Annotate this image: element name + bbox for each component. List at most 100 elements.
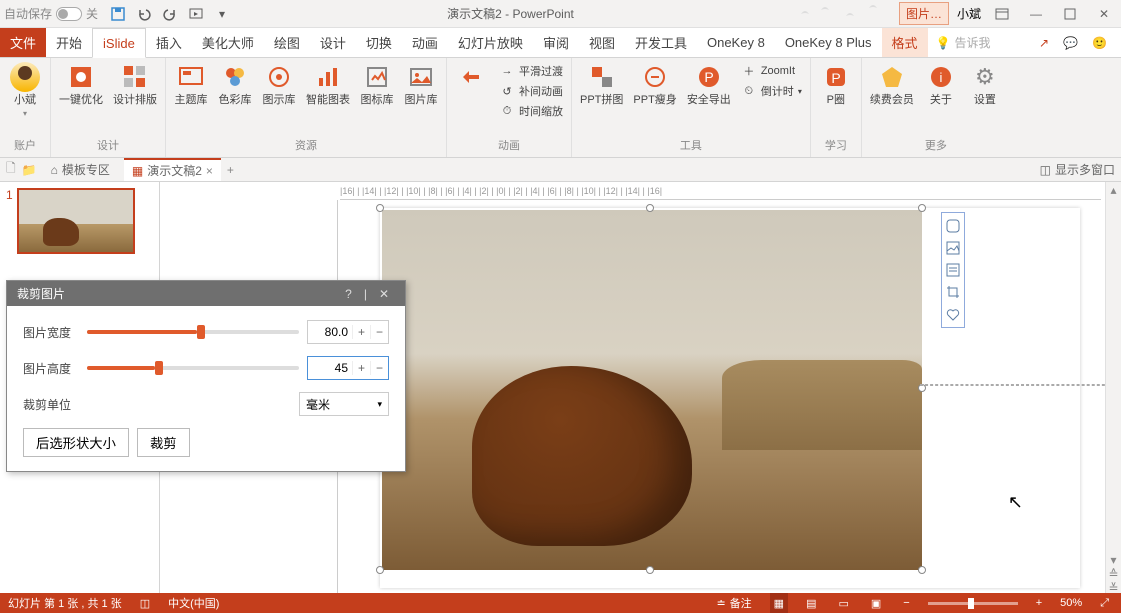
increment-icon[interactable]: + [352,325,370,339]
close-panel-icon[interactable]: ✕ [373,287,395,301]
resize-handle[interactable] [376,204,384,212]
new-file-icon[interactable]: 🗋 [6,159,16,180]
help-icon[interactable]: ? [339,287,358,301]
prev-slide-icon[interactable]: ≙ [1106,567,1121,581]
picture-tools-tab[interactable]: 图片… [899,2,949,25]
theme-lib-button[interactable]: 主题库 [172,60,210,109]
open-folder-icon[interactable]: 📁 [22,163,37,177]
decrement-icon[interactable]: − [370,361,388,375]
comment-icon[interactable]: 💬 [1063,36,1078,50]
tab-onekey8[interactable]: OneKey 8 [697,28,775,57]
zoom-slider[interactable] [928,602,1018,605]
tab-animation[interactable]: 动画 [402,28,448,57]
maximize-icon[interactable] [1057,5,1083,23]
zoom-out-icon[interactable]: − [899,593,913,613]
width-spinner[interactable]: + − [307,320,389,344]
document-tab[interactable]: ▦演示文稿2× [124,158,221,181]
normal-view-icon[interactable]: ▦ [770,593,788,613]
vertical-scrollbar[interactable]: ▴ ▾ ≙ ≚ [1105,182,1121,593]
smooth-transition-button[interactable]: →平滑过渡 [497,62,565,80]
width-slider[interactable] [87,330,299,334]
account-button[interactable]: 小斌 ▾ [6,60,44,120]
start-from-beginning-icon[interactable] [188,6,204,22]
tell-me-search[interactable]: 💡 告诉我 [936,28,991,57]
share-icon[interactable]: ↗ [1039,36,1049,50]
resize-handle[interactable] [646,566,654,574]
anim-big-button[interactable] [453,60,491,94]
tab-view[interactable]: 视图 [579,28,625,57]
accessibility-icon[interactable]: ◫ [136,593,154,613]
settings-button[interactable]: ⚙设置 [966,60,1004,109]
zoom-value[interactable]: 50% [1060,597,1082,609]
icon-lib-button[interactable]: 图标库 [358,60,396,109]
templates-tab[interactable]: ⌂模板专区 [43,159,118,180]
slide-thumbnail[interactable] [17,188,135,254]
slide[interactable] [380,208,1080,588]
height-input[interactable] [308,361,352,375]
inserted-picture[interactable] [382,210,922,570]
tab-draw[interactable]: 绘图 [264,28,310,57]
fit-to-window-icon[interactable]: ⤢ [1096,593,1113,613]
scroll-up-icon[interactable]: ▴ [1106,182,1121,198]
crop-panel-titlebar[interactable]: 裁剪图片 ? | ✕ [7,281,405,306]
width-input[interactable] [308,325,352,339]
slide-sorter-view-icon[interactable]: ▤ [802,593,820,613]
slide-counter[interactable]: 幻灯片 第 1 张 , 共 1 张 [8,595,122,611]
decrement-icon[interactable]: − [370,325,388,339]
smart-chart-button[interactable]: 智能图表 [304,60,352,109]
renew-button[interactable]: 续费会员 [868,60,916,109]
close-tab-icon[interactable]: × [206,164,213,178]
tween-anim-button[interactable]: ↺补间动画 [497,82,565,100]
crop-button[interactable]: 裁剪 [137,428,190,457]
tab-transition[interactable]: 切换 [356,28,402,57]
tab-islide[interactable]: iSlide [92,28,146,58]
pquan-button[interactable]: PP圈 [817,60,855,109]
resize-handle[interactable] [376,566,384,574]
time-scale-button[interactable]: ⏱时间缩放 [497,102,565,120]
resize-handle[interactable] [918,566,926,574]
height-spinner[interactable]: + − [307,356,389,380]
save-icon[interactable] [110,6,126,22]
tab-slideshow[interactable]: 幻灯片放映 [448,28,533,57]
zoom-in-icon[interactable]: + [1032,593,1046,613]
scroll-down-icon[interactable]: ▾ [1106,553,1121,567]
scroll-track[interactable] [1106,198,1121,553]
ppt-slim-button[interactable]: PPT瘦身 [631,60,678,109]
resize-handle[interactable] [646,204,654,212]
shape-fill-icon[interactable] [944,217,962,235]
color-lib-button[interactable]: 色彩库 [216,60,254,109]
optimize-button[interactable]: 一键优化 [57,60,105,109]
close-icon[interactable]: ✕ [1091,5,1117,23]
thumbnail-row[interactable]: 1 [6,188,153,254]
picture-icon[interactable] [944,239,962,257]
tab-format[interactable]: 格式 [882,28,928,57]
language-indicator[interactable]: 中文(中国) [168,595,219,611]
tab-dev[interactable]: 开发工具 [625,28,697,57]
safe-export-button[interactable]: P安全导出 [685,60,733,109]
like-icon[interactable] [944,305,962,323]
reading-view-icon[interactable]: ▭ [834,593,852,613]
height-slider[interactable] [87,366,299,370]
resize-handle[interactable] [918,204,926,212]
pic-lib-button[interactable]: 图片库 [402,60,440,109]
unit-select[interactable]: 毫米 ▾ [299,392,389,416]
zoomit-button[interactable]: ＋ZoomIt [739,62,804,80]
after-shape-size-button[interactable]: 后选形状大小 [23,428,129,457]
notes-button[interactable]: ≐备注 [712,593,755,613]
tab-onekey8plus[interactable]: OneKey 8 Plus [775,28,882,57]
tab-design[interactable]: 设计 [310,28,356,57]
slideshow-view-icon[interactable]: ▣ [867,593,885,613]
toggle-switch-icon[interactable] [56,7,82,21]
tab-review[interactable]: 审阅 [533,28,579,57]
multi-window-button[interactable]: ◫显示多窗口 [1040,161,1115,178]
more-qat-icon[interactable]: ▾ [214,6,230,22]
tab-home[interactable]: 开始 [46,28,92,57]
redo-icon[interactable] [162,6,178,22]
ribbon-display-icon[interactable] [989,5,1015,23]
diagram-lib-button[interactable]: 图示库 [260,60,298,109]
countdown-button[interactable]: ⏲倒计时▾ [739,82,804,100]
user-name[interactable]: 小斌 [957,5,981,22]
ppt-puzzle-button[interactable]: PPT拼图 [578,60,625,109]
tab-file[interactable]: 文件 [0,28,46,57]
layout-button[interactable]: 设计排版 [111,60,159,109]
